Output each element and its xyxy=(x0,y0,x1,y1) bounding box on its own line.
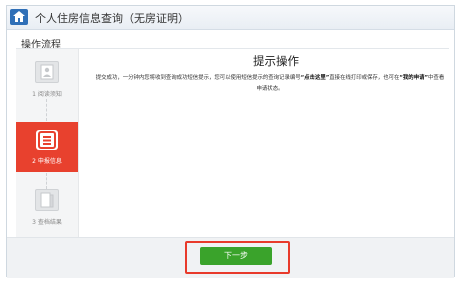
success-message: 提交成功，一分钟内您将收到查询成功短信提示，您可以使用短信提示的查询记录编号“点… xyxy=(94,73,446,95)
query-window: 个人住房信息查询（无房证明） 操作流程 1 阅读须知 2 申报信息 3 查档结果… xyxy=(6,5,455,278)
step-label: 1 阅读须知 xyxy=(32,91,62,98)
step-declare-info[interactable]: 2 申报信息 xyxy=(16,122,78,172)
step-connector xyxy=(46,99,47,121)
prompt-title: 提示操作 xyxy=(253,54,299,68)
process-sidebar: 1 阅读须知 2 申报信息 3 查档结果 xyxy=(16,49,79,237)
book-icon xyxy=(35,189,59,211)
document-person-icon xyxy=(35,61,59,83)
form-icon xyxy=(36,130,58,150)
step-label: 2 申报信息 xyxy=(32,158,62,165)
my-applications-link[interactable]: “我的申请” xyxy=(399,75,428,81)
title-bar: 个人住房信息查询（无房证明） xyxy=(7,6,454,30)
message-text: 直接在线打印或保存，也可在 xyxy=(329,75,400,81)
page-title: 个人住房信息查询（无房证明） xyxy=(35,12,189,25)
step-label: 3 查档结果 xyxy=(32,219,62,226)
home-icon[interactable] xyxy=(10,9,28,25)
step-connector xyxy=(46,173,47,189)
next-step-button[interactable]: 下一步 xyxy=(200,247,272,265)
content-area: 1 阅读须知 2 申报信息 3 查档结果 提示操作 提交成功，一分钟内您将收到查… xyxy=(16,48,449,238)
step-result[interactable]: 3 查档结果 xyxy=(16,189,78,226)
click-here-link[interactable]: “点击这里” xyxy=(301,75,330,81)
step-read-notice[interactable]: 1 阅读须知 xyxy=(16,61,78,98)
message-text: 提交成功，一分钟内您将收到查询成功短信提示，您可以使用短信提示的查询记录编号 xyxy=(95,75,301,81)
